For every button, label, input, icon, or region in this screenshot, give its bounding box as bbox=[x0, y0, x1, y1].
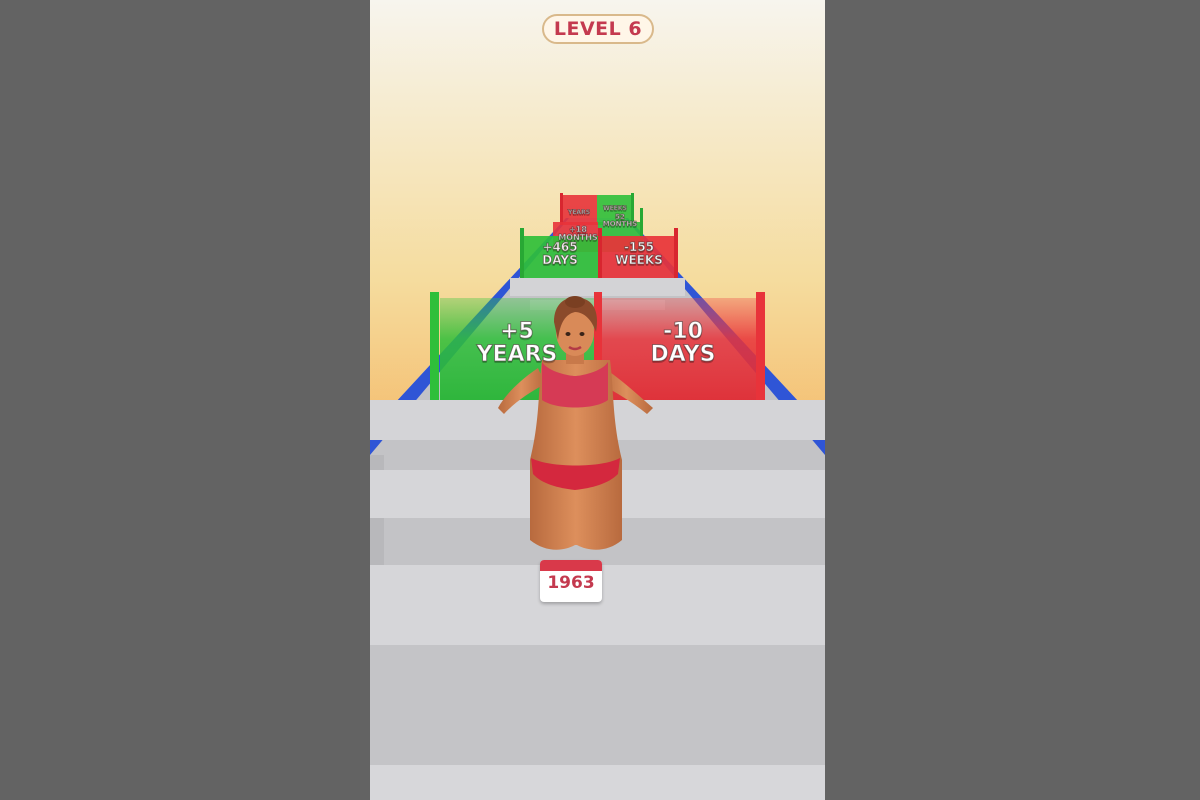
gate-far-right-label: 52 MONTHS bbox=[600, 213, 640, 229]
gate-near-left-label: +5 YEARS bbox=[462, 319, 572, 368]
gate-farthest-left-label: YEARS bbox=[564, 209, 594, 217]
gate-post-left bbox=[430, 292, 439, 400]
gate-unit: DAYS bbox=[542, 252, 578, 267]
letterbox-right bbox=[825, 0, 1200, 800]
gate-value: +5 bbox=[500, 319, 535, 344]
gate-mid-right-label: -155 WEEKS bbox=[606, 240, 672, 267]
gate-post-right bbox=[756, 292, 765, 400]
level-indicator: LEVEL 6 bbox=[542, 14, 654, 44]
gate-unit: WEEKS bbox=[615, 252, 664, 267]
year-value: 1963 bbox=[547, 573, 595, 593]
game-screen[interactable]: +5 YEARS -10 DAYS +465 DAYS -155 WEEKS +… bbox=[0, 0, 1200, 800]
gate-unit: WEEKS bbox=[603, 205, 628, 213]
gate-value: -155 bbox=[623, 240, 655, 254]
gate-value: +465 bbox=[542, 240, 578, 254]
gate-unit: MONTHS bbox=[602, 220, 638, 229]
year-badge: 1963 bbox=[540, 560, 602, 602]
gate-near-right-label: -10 DAYS bbox=[628, 319, 738, 368]
calendar-icon bbox=[540, 560, 602, 571]
gate-unit: YEARS bbox=[476, 342, 558, 368]
gate-unit: DAYS bbox=[650, 342, 716, 368]
letterbox-left bbox=[0, 0, 370, 800]
gate-far-left-label: +18 MONTHS bbox=[558, 225, 598, 243]
level-label: LEVEL 6 bbox=[553, 18, 643, 40]
gate-value: -10 bbox=[663, 319, 704, 344]
game-scene[interactable] bbox=[370, 0, 825, 800]
gate-mid-left-label: +465 DAYS bbox=[530, 240, 590, 267]
gate-farthest-right-label: WEEKS bbox=[600, 205, 630, 213]
game-viewport[interactable]: +5 YEARS -10 DAYS +465 DAYS -155 WEEKS +… bbox=[370, 0, 825, 800]
gate-unit: MONTHS bbox=[558, 233, 598, 243]
gate-unit: YEARS bbox=[567, 209, 591, 217]
